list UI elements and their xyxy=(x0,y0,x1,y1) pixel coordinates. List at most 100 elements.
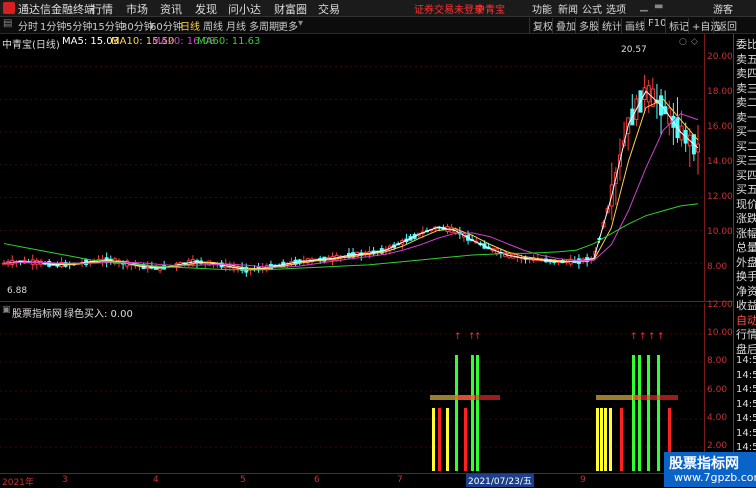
tab-monthly[interactable]: 月线 xyxy=(226,18,246,33)
buy-arrow: ↑ xyxy=(657,332,665,342)
minimize-icon[interactable]: ▁ xyxy=(640,1,648,12)
y-tick-12: 12.00 xyxy=(707,192,733,202)
y-tick-10: 10.00 xyxy=(707,227,733,237)
x-label-3: 3 xyxy=(62,475,68,485)
close-icon[interactable]: ◇ xyxy=(691,37,698,47)
menu-jiaoyi[interactable]: 交易 xyxy=(318,1,340,17)
tab-daily[interactable]: 日线 xyxy=(180,18,200,33)
high-price-label: 20.57 xyxy=(621,45,647,55)
y-tick-18: 18.00 xyxy=(707,87,733,97)
tab-fenshi[interactable]: 分时 xyxy=(18,18,38,33)
tab-30min[interactable]: 30分钟 xyxy=(121,18,154,33)
side-panel-item: 14:50 xyxy=(736,384,756,395)
indicator-bar xyxy=(432,408,435,471)
toolbar-menu-icon[interactable]: ▤ xyxy=(3,18,12,29)
indicator-bar xyxy=(647,355,650,471)
buy-arrow: ↑ xyxy=(648,332,656,342)
guest-user[interactable]: 游客 xyxy=(713,1,733,16)
menu-hangqing[interactable]: 行情 xyxy=(91,1,113,17)
buy-arrow: ↑ xyxy=(630,332,638,342)
kline-chart[interactable]: 中青宝(日线) MA5: 15.03 MA10: 15.50 MA20: 16.… xyxy=(0,34,733,302)
indicator-chart-canvas: ↑ ↑↑ ↑ ↑ ↑ ↑ xyxy=(0,303,705,472)
menu-caifuquan[interactable]: 财富圈 xyxy=(274,1,307,17)
indicator-bar xyxy=(657,355,660,471)
indicator-bar xyxy=(620,408,623,471)
date-axis: 2021年 3 4 5 6 7 2021/07/23/五 9 xyxy=(0,473,733,488)
ma60-label: MA60: 11.63 xyxy=(197,36,261,47)
menu-gongneng[interactable]: 功能 xyxy=(532,1,552,16)
btn-back[interactable]: 返回 xyxy=(713,18,737,33)
menu-wenxiaoda[interactable]: 问小达 xyxy=(228,1,261,17)
signal-text-band xyxy=(633,395,678,400)
title-bar: 通达信金融终端 行情 市场 资讯 发现 问小达 财富圈 交易 证券交易未登录 中… xyxy=(0,0,756,17)
indicator-menu-icon[interactable]: ▣ xyxy=(2,305,11,315)
sub-y-tick-2: 2.00 xyxy=(707,441,728,451)
sub-y-tick-12: 12.00 xyxy=(707,300,733,310)
side-panel-item: 14:50 xyxy=(736,427,756,439)
menu-shichang[interactable]: 市场 xyxy=(126,1,148,17)
buy-arrow: ↑ xyxy=(474,332,482,342)
app-logo-icon xyxy=(3,2,15,14)
btn-fuquan[interactable]: 复权 xyxy=(529,18,553,33)
btn-diejia[interactable]: 叠加 xyxy=(552,18,576,33)
tab-more[interactable]: 更多 xyxy=(278,18,298,33)
indicator-chart[interactable]: ↑ ↑ ↑ ↑ ↑ ↑ ↑ ▣ 股票指标网 绿色买入: 0.00 12.00 10.00 8… xyxy=(0,300,733,472)
sub-y-tick-10: 10.00 xyxy=(707,328,733,338)
quote-side-panel: 委比 卖五 卖四 卖三 卖二 卖一 买一 买二 买三 买四 买五 现价 涨跌 涨幅 总量 外盘 换手 净资 收益 自动… xyxy=(733,34,756,487)
kline-chart-canvas xyxy=(0,34,733,302)
tab-60min[interactable]: 60分钟 xyxy=(150,18,183,33)
btn-huaxian[interactable]: 画线 xyxy=(621,18,645,33)
btn-biaoji[interactable]: 标记 xyxy=(665,18,689,33)
x-label-4: 4 xyxy=(153,475,159,485)
sub-y-tick-6: 6.00 xyxy=(707,385,728,395)
indicator-bar xyxy=(446,408,449,471)
chevron-down-icon[interactable]: ▾ xyxy=(298,18,303,29)
crosshair-date: 2021/07/23/五 xyxy=(466,474,534,487)
x-label-7: 7 xyxy=(397,475,403,485)
login-notice[interactable]: 证券交易未登录 xyxy=(414,1,484,16)
x-label-5: 5 xyxy=(240,475,246,485)
signal-text-band xyxy=(455,395,500,400)
period-toolbar: ▤ 分时 1分钟 5分钟 15分钟 30分钟 60分钟 日线 周线 月线 多周期… xyxy=(0,17,756,34)
menu-xinwen[interactable]: 新闻 xyxy=(558,1,578,16)
y-tick-20: 20.00 xyxy=(707,52,733,62)
buy-arrow: ↑ xyxy=(639,332,647,342)
watermark-url: www.7gpzb.com xyxy=(674,471,756,484)
btn-tongji[interactable]: 统计 xyxy=(598,18,622,33)
tab-1min[interactable]: 1分钟 xyxy=(40,18,66,33)
tab-multi-period[interactable]: 多周期 xyxy=(249,18,279,33)
side-panel-item: 14:50 xyxy=(736,398,756,410)
side-panel-item: 14:50 xyxy=(736,413,756,424)
ma20-line xyxy=(3,113,699,268)
menu-zixun[interactable]: 资讯 xyxy=(160,1,182,17)
menu-faxian[interactable]: 发现 xyxy=(195,1,217,17)
gear-icon[interactable]: ○ xyxy=(679,37,687,47)
tab-15min[interactable]: 15分钟 xyxy=(92,18,125,33)
indicator-value: 绿色买入: 0.00 xyxy=(64,309,133,320)
y-tick-16: 16.00 xyxy=(707,122,733,132)
indicator-bar xyxy=(596,408,599,471)
x-label-6: 6 xyxy=(314,475,320,485)
indicator-bar xyxy=(471,355,474,471)
indicator-bar xyxy=(464,408,467,471)
side-panel-item: 14:50 xyxy=(736,369,756,381)
side-panel-item: 14:50 xyxy=(736,355,756,366)
indicator-bar xyxy=(609,408,612,471)
settings-icon[interactable]: ▬ xyxy=(654,1,663,12)
indicator-bar xyxy=(438,408,441,471)
btn-f10[interactable]: F10 xyxy=(644,18,666,29)
menu-xuanxiang[interactable]: 选项 xyxy=(606,1,626,16)
y-tick-14: 14.00 xyxy=(707,157,733,167)
app-name: 通达信金融终端 xyxy=(18,3,95,16)
indicator-bar xyxy=(476,355,479,471)
btn-duogu[interactable]: 多股 xyxy=(575,18,599,33)
site-watermark: 股票指标网 www.7gpzb.com xyxy=(664,452,756,487)
tab-5min[interactable]: 5分钟 xyxy=(66,18,92,33)
watermark-title: 股票指标网 xyxy=(669,456,739,472)
indicator-bar xyxy=(604,408,607,471)
menu-gongshi[interactable]: 公式 xyxy=(582,1,602,16)
sub-y-tick-4: 4.00 xyxy=(707,413,728,423)
tab-weekly[interactable]: 周线 xyxy=(203,18,223,33)
x-label-2021: 2021年 xyxy=(2,478,34,488)
chart-header: 中青宝(日线) xyxy=(2,40,60,51)
